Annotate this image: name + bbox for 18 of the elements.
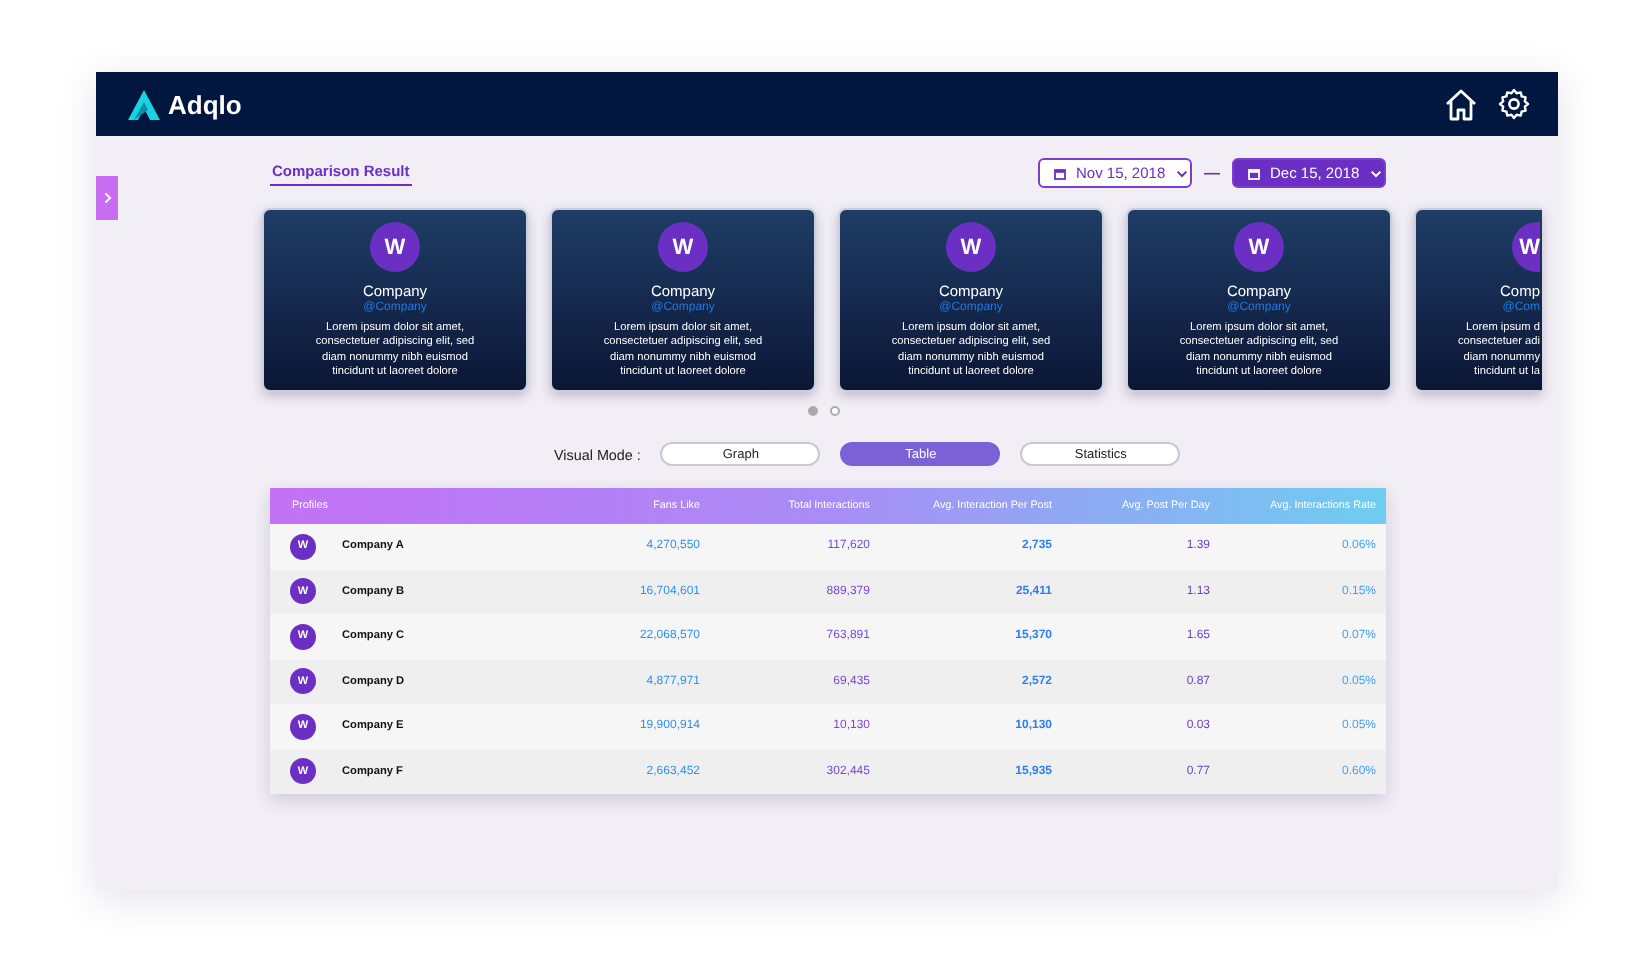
settings-icon[interactable] (1498, 88, 1530, 120)
avatar: W (370, 222, 420, 272)
avatar: W (1512, 222, 1540, 272)
calendar-icon (1054, 167, 1066, 179)
chevron-down-icon (1175, 169, 1188, 177)
calendar-icon (1248, 167, 1260, 179)
chevron-right-icon (103, 192, 111, 204)
avatar: W (946, 222, 996, 272)
logo-icon (128, 89, 160, 119)
home-icon[interactable] (1444, 87, 1478, 121)
chevron-down-icon (1369, 169, 1382, 177)
pager-dot[interactable] (830, 406, 840, 416)
avatar: W (1234, 222, 1284, 272)
sidebar-toggle[interactable] (96, 176, 118, 220)
logo-text: Adqlo (168, 89, 242, 119)
range-separator: — (1204, 164, 1220, 182)
pager-dot[interactable] (808, 406, 818, 416)
avatar: W (658, 222, 708, 272)
